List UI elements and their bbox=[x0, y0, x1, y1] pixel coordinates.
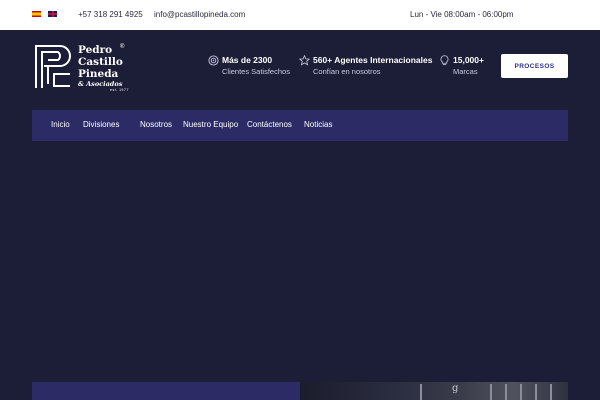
hero-banner bbox=[0, 141, 600, 382]
stat-subtitle: Marcas bbox=[453, 67, 478, 76]
image-detail bbox=[520, 384, 522, 400]
logo-line-3: Pineda bbox=[78, 68, 119, 80]
image-detail bbox=[535, 384, 537, 400]
logo-wordmark: Pedro Castillo Pineda & Asociados est. 1… bbox=[78, 44, 129, 93]
stat-agents: 560+ Agentes Internacionales Confían en … bbox=[299, 54, 434, 80]
feature-card-image: g bbox=[300, 382, 568, 400]
image-detail bbox=[550, 384, 552, 400]
logo-line-2: Castillo bbox=[78, 56, 123, 68]
feature-card-left bbox=[32, 382, 300, 400]
pcp-monogram-icon bbox=[35, 45, 71, 88]
email-link[interactable]: info@pcastillopineda.com bbox=[154, 10, 245, 20]
phone-link[interactable]: +57 318 291 4925 bbox=[78, 10, 143, 20]
nav-item-nuestro-equipo[interactable]: Nuestro Equipo bbox=[183, 120, 238, 130]
procesos-button[interactable]: PROCESOS bbox=[501, 54, 568, 78]
nav-item-nosotros[interactable]: Nosotros bbox=[140, 120, 172, 130]
image-detail bbox=[490, 384, 492, 400]
logo-line-4: & Asociados bbox=[78, 80, 123, 88]
target-icon bbox=[208, 55, 219, 66]
image-detail bbox=[505, 384, 507, 400]
stat-clients: Más de 2300 Clientes Satisfechos bbox=[208, 54, 298, 80]
nav-item-divisiones[interactable]: Divisiones bbox=[83, 120, 119, 130]
stat-subtitle: Confían en nosotros bbox=[313, 67, 381, 76]
nav-item-contactenos[interactable]: Contáctenos bbox=[247, 120, 292, 130]
top-bar: +57 318 291 4925 info@pcastillopineda.co… bbox=[0, 0, 600, 30]
stat-title: Más de 2300 bbox=[222, 55, 273, 65]
registered-mark: ® bbox=[120, 44, 125, 50]
nav-item-noticias[interactable]: Noticias bbox=[304, 120, 332, 130]
stat-title: 15,000+ bbox=[453, 55, 484, 65]
lightbulb-icon bbox=[440, 55, 449, 66]
company-logo[interactable]: Pedro Castillo Pineda & Asociados est. 1… bbox=[34, 44, 134, 96]
stat-brands: 15,000+ Marcas bbox=[439, 54, 499, 80]
image-detail bbox=[420, 384, 422, 400]
nav-item-inicio[interactable]: Inicio bbox=[51, 120, 70, 130]
image-mark: g bbox=[452, 383, 459, 394]
stat-subtitle: Clientes Satisfechos bbox=[222, 67, 290, 76]
logo-established: est. 1977 bbox=[110, 88, 129, 92]
english-flag-icon[interactable] bbox=[48, 11, 57, 17]
main-navigation: Inicio Divisiones Nosotros Nuestro Equip… bbox=[32, 110, 568, 141]
spanish-flag-icon[interactable] bbox=[32, 11, 41, 17]
star-icon bbox=[299, 55, 310, 66]
business-hours: Lun - Vie 08:00am - 06:00pm bbox=[410, 10, 514, 19]
stat-title: 560+ Agentes Internacionales bbox=[313, 55, 433, 65]
